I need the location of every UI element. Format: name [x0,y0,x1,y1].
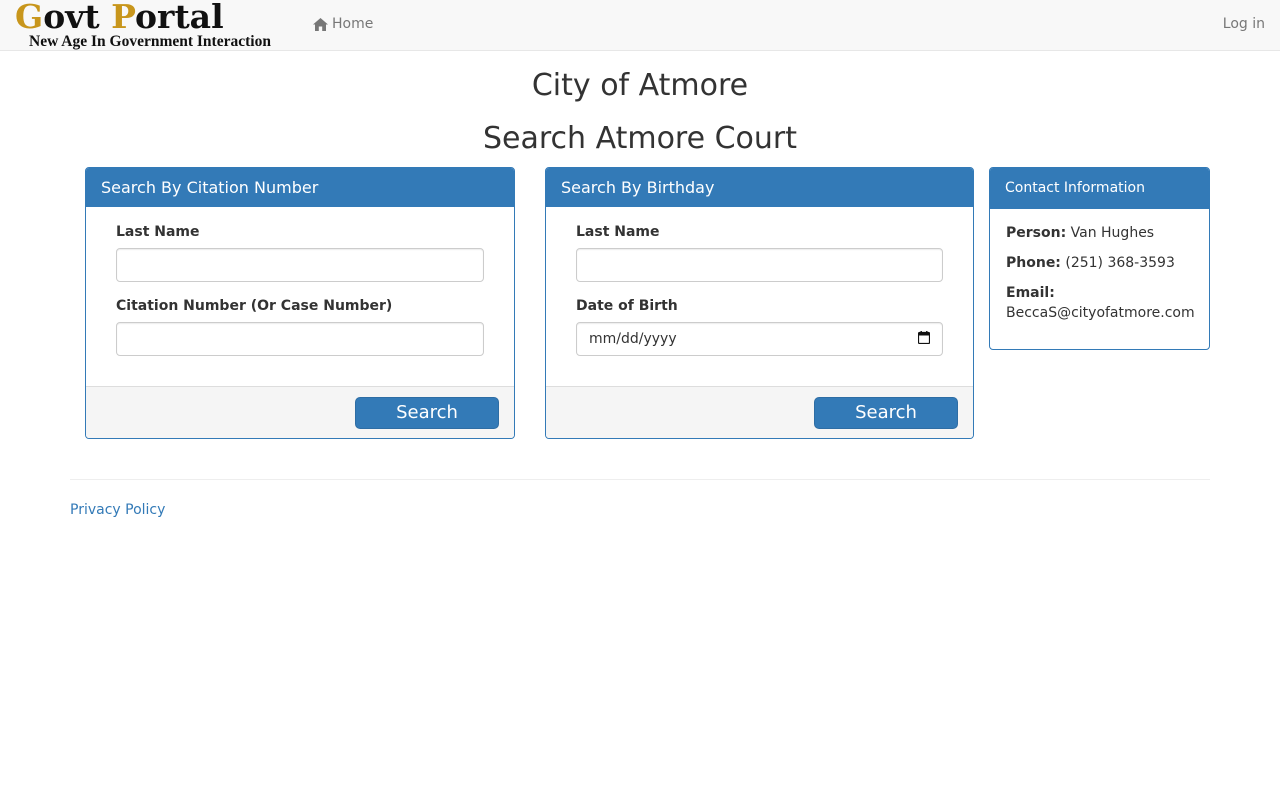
brand-subtitle: New Age In Government Interaction [29,33,271,50]
nav-home-label: Home [332,16,374,32]
contact-person: Person: Van Hughes [1006,225,1154,241]
person-value: Van Hughes [1070,225,1155,241]
citation-panel-body: Last Name Citation Number (Or Case Numbe… [86,207,514,438]
dob-placeholder: mm/dd/yyyy [589,331,677,347]
contact-email-label: Email: [1006,285,1055,301]
birthday-last-name-label: Last Name [576,224,660,240]
citation-panel-title: Search By Citation Number [86,168,514,207]
birthday-panel-title: Search By Birthday [546,168,973,207]
calendar-icon[interactable] [917,330,931,348]
email-label: Email: [1006,285,1055,301]
birthday-panel-footer: Search [546,386,973,438]
birthday-search-panel: Search By Birthday Last Name Date of Bir… [545,167,974,439]
contact-phone: Phone: (251) 368-3593 [1006,255,1175,271]
footer-divider [70,479,1210,480]
birthday-search-button[interactable]: Search [814,397,958,429]
person-label: Person: [1006,225,1067,241]
brand-logo[interactable]: Govt Portal New Age In Government Intera… [15,0,285,51]
citation-number-label: Citation Number (Or Case Number) [116,298,393,314]
contact-info-panel: Contact Information Person: Van Hughes P… [989,167,1210,350]
contact-panel-title: Contact Information [990,168,1209,209]
brand-text-2: ortal [135,0,224,36]
dob-input[interactable]: mm/dd/yyyy [576,322,943,356]
brand-letter-p: P [111,0,136,36]
brand-text-1: ovt [43,0,112,36]
citation-panel-footer: Search [86,386,514,438]
contact-panel-body: Person: Van Hughes Phone: (251) 368-3593… [990,209,1209,349]
login-link[interactable]: Log in [1223,16,1265,32]
phone-value: (251) 368-3593 [1065,255,1175,271]
birthday-last-name-input[interactable] [576,248,943,282]
birthday-panel-body: Last Name Date of Birth mm/dd/yyyy Searc… [546,207,973,438]
contact-email-value: BeccaS@cityofatmore.com [1006,305,1195,321]
brand-letter-g: G [15,0,44,36]
citation-last-name-input[interactable] [116,248,484,282]
phone-label: Phone: [1006,255,1061,271]
privacy-policy-link[interactable]: Privacy Policy [70,502,165,518]
top-navbar: Govt Portal New Age In Government Intera… [0,0,1280,51]
citation-last-name-label: Last Name [116,224,200,240]
nav-home-link[interactable]: Home [313,16,373,32]
search-court-heading: Search Atmore Court [482,121,798,156]
city-heading: City of Atmore [531,68,749,103]
home-icon [313,17,328,31]
citation-search-button[interactable]: Search [355,397,499,429]
citation-number-input[interactable] [116,322,484,356]
dob-label: Date of Birth [576,298,678,314]
brand-title: Govt Portal [15,0,224,37]
citation-search-panel: Search By Citation Number Last Name Cita… [85,167,515,439]
